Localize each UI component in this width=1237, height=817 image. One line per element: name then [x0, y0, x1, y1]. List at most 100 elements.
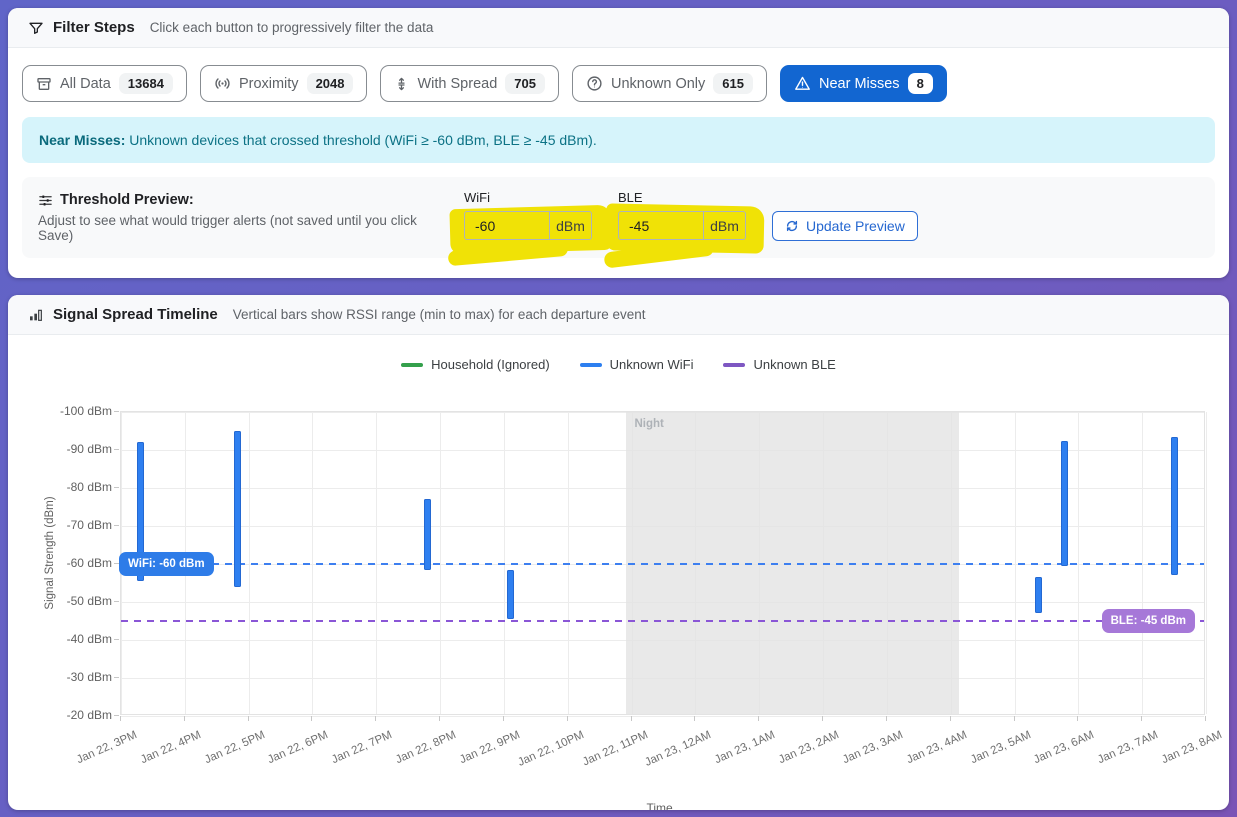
- wifi-threshold-input[interactable]: [465, 212, 549, 239]
- ble-threshold-input[interactable]: [619, 212, 703, 239]
- legend-swatch: [401, 363, 423, 367]
- filter-button-label: All Data: [60, 76, 111, 92]
- y-tick-mark: [114, 449, 119, 450]
- y-tick-label: -20 dBm: [38, 708, 112, 722]
- wifi-unit-label: dBm: [549, 212, 591, 239]
- wifi-threshold-field: WiFi dBm: [464, 190, 592, 240]
- count-badge: 2048: [307, 73, 354, 94]
- x-tick-label: Jan 22, 3PM: [75, 729, 139, 766]
- filter-button-label: With Spread: [417, 76, 497, 92]
- x-tick-label: Jan 22, 8PM: [394, 729, 458, 766]
- x-tick-label: Jan 23, 2AM: [777, 729, 841, 766]
- banner-bold-text: Near Misses:: [39, 132, 125, 148]
- signal-bar: [1061, 441, 1068, 566]
- filter-button-row: All Data 13684 Proximity 2048 With Sprea…: [8, 48, 1229, 115]
- ble-field-label: BLE: [618, 190, 746, 205]
- filter-button-label: Near Misses: [819, 76, 900, 92]
- wifi-input-group: dBm: [464, 211, 592, 240]
- x-tick-mark: [694, 716, 695, 721]
- vertical-spread-icon: [394, 76, 409, 92]
- near-misses-info-banner: Near Misses: Unknown devices that crosse…: [22, 117, 1215, 163]
- x-tick-mark: [1205, 716, 1206, 721]
- y-tick-label: -100 dBm: [38, 404, 112, 418]
- proximity-button[interactable]: Proximity 2048: [200, 65, 368, 102]
- y-tick-mark: [114, 487, 119, 488]
- x-tick-label: Jan 22, 9PM: [458, 729, 522, 766]
- x-tick-label: Jan 22, 7PM: [330, 729, 394, 766]
- threshold-line-ble: [121, 620, 1204, 622]
- x-tick-label: Jan 23, 4AM: [905, 729, 969, 766]
- x-tick-mark: [1141, 716, 1142, 721]
- threshold-line-wifi: [121, 563, 1204, 565]
- ble-unit-label: dBm: [703, 212, 745, 239]
- funnel-icon: [28, 20, 44, 36]
- chart-legend: Household (Ignored) Unknown WiFi Unknown B…: [8, 357, 1229, 372]
- x-axis-title: Time: [647, 801, 673, 810]
- bar-chart-icon: [28, 307, 44, 323]
- signal-bar: [234, 431, 241, 587]
- y-tick-label: -70 dBm: [38, 518, 112, 532]
- update-preview-label: Update Preview: [806, 218, 905, 234]
- legend-item[interactable]: Unknown WiFi: [580, 357, 694, 372]
- ble-input-group: dBm: [618, 211, 746, 240]
- plot-area: NightWiFi: -60 dBmBLE: -45 dBm: [120, 411, 1205, 715]
- x-tick-label: Jan 23, 3AM: [841, 729, 905, 766]
- filter-button-label: Unknown Only: [611, 76, 705, 92]
- legend-item[interactable]: Unknown BLE: [723, 357, 835, 372]
- y-tick-mark: [114, 677, 119, 678]
- unknown-only-button[interactable]: Unknown Only 615: [572, 65, 767, 102]
- with-spread-button[interactable]: With Spread 705: [380, 65, 559, 102]
- y-tick-mark: [114, 639, 119, 640]
- threshold-pill-wifi: WiFi: -60 dBm: [119, 552, 214, 576]
- count-badge: 13684: [119, 73, 173, 94]
- threshold-title: Threshold Preview:: [60, 192, 194, 208]
- x-tick-mark: [567, 716, 568, 721]
- x-tick-label: Jan 23, 8AM: [1160, 729, 1224, 766]
- x-tick-mark: [503, 716, 504, 721]
- chart-subtitle: Vertical bars show RSSI range (min to ma…: [233, 307, 646, 322]
- all-data-button[interactable]: All Data 13684: [22, 65, 187, 102]
- threshold-text-block: Threshold Preview: Adjust to see what wo…: [38, 190, 438, 243]
- y-tick-label: -40 dBm: [38, 632, 112, 646]
- x-tick-label: Jan 22, 6PM: [266, 729, 330, 766]
- x-tick-label: Jan 23, 5AM: [969, 729, 1033, 766]
- threshold-preview-box: Threshold Preview: Adjust to see what wo…: [22, 177, 1215, 258]
- legend-label: Household (Ignored): [431, 357, 550, 372]
- x-tick-mark: [822, 716, 823, 721]
- count-badge: 615: [713, 73, 753, 94]
- filter-button-label: Proximity: [239, 76, 299, 92]
- x-tick-label: Jan 23, 7AM: [1096, 729, 1160, 766]
- signal-spread-card: Signal Spread Timeline Vertical bars sho…: [8, 295, 1229, 810]
- legend-label: Unknown WiFi: [610, 357, 694, 372]
- x-tick-mark: [184, 716, 185, 721]
- x-tick-label: Jan 23, 1AM: [713, 729, 777, 766]
- x-tick-mark: [631, 716, 632, 721]
- archive-icon: [36, 76, 52, 92]
- legend-label: Unknown BLE: [753, 357, 835, 372]
- filter-steps-card: Filter Steps Click each button to progre…: [8, 8, 1229, 278]
- signal-bar: [424, 499, 431, 569]
- page-subtitle: Click each button to progressively filte…: [150, 20, 434, 35]
- x-tick-mark: [1077, 716, 1078, 721]
- x-tick-label: Jan 23, 6AM: [1032, 729, 1096, 766]
- legend-item[interactable]: Household (Ignored): [401, 357, 550, 372]
- signal-bar: [1171, 437, 1178, 576]
- x-tick-mark: [375, 716, 376, 721]
- gridline-v: [1206, 412, 1207, 714]
- count-badge: 8: [908, 73, 933, 94]
- near-misses-button[interactable]: Near Misses 8: [780, 65, 947, 102]
- x-tick-mark: [950, 716, 951, 721]
- gridline-h: [121, 716, 1204, 717]
- update-preview-button[interactable]: Update Preview: [772, 211, 918, 241]
- x-tick-mark: [311, 716, 312, 721]
- y-tick-mark: [114, 411, 119, 412]
- y-tick-label: -60 dBm: [38, 556, 112, 570]
- question-circle-icon: [586, 75, 603, 92]
- x-tick-mark: [886, 716, 887, 721]
- count-badge: 705: [505, 73, 545, 94]
- y-tick-label: -90 dBm: [38, 442, 112, 456]
- x-tick-mark: [1014, 716, 1015, 721]
- x-tick-mark: [248, 716, 249, 721]
- signal-bar: [1035, 577, 1042, 613]
- chart-card-header: Signal Spread Timeline Vertical bars sho…: [8, 295, 1229, 335]
